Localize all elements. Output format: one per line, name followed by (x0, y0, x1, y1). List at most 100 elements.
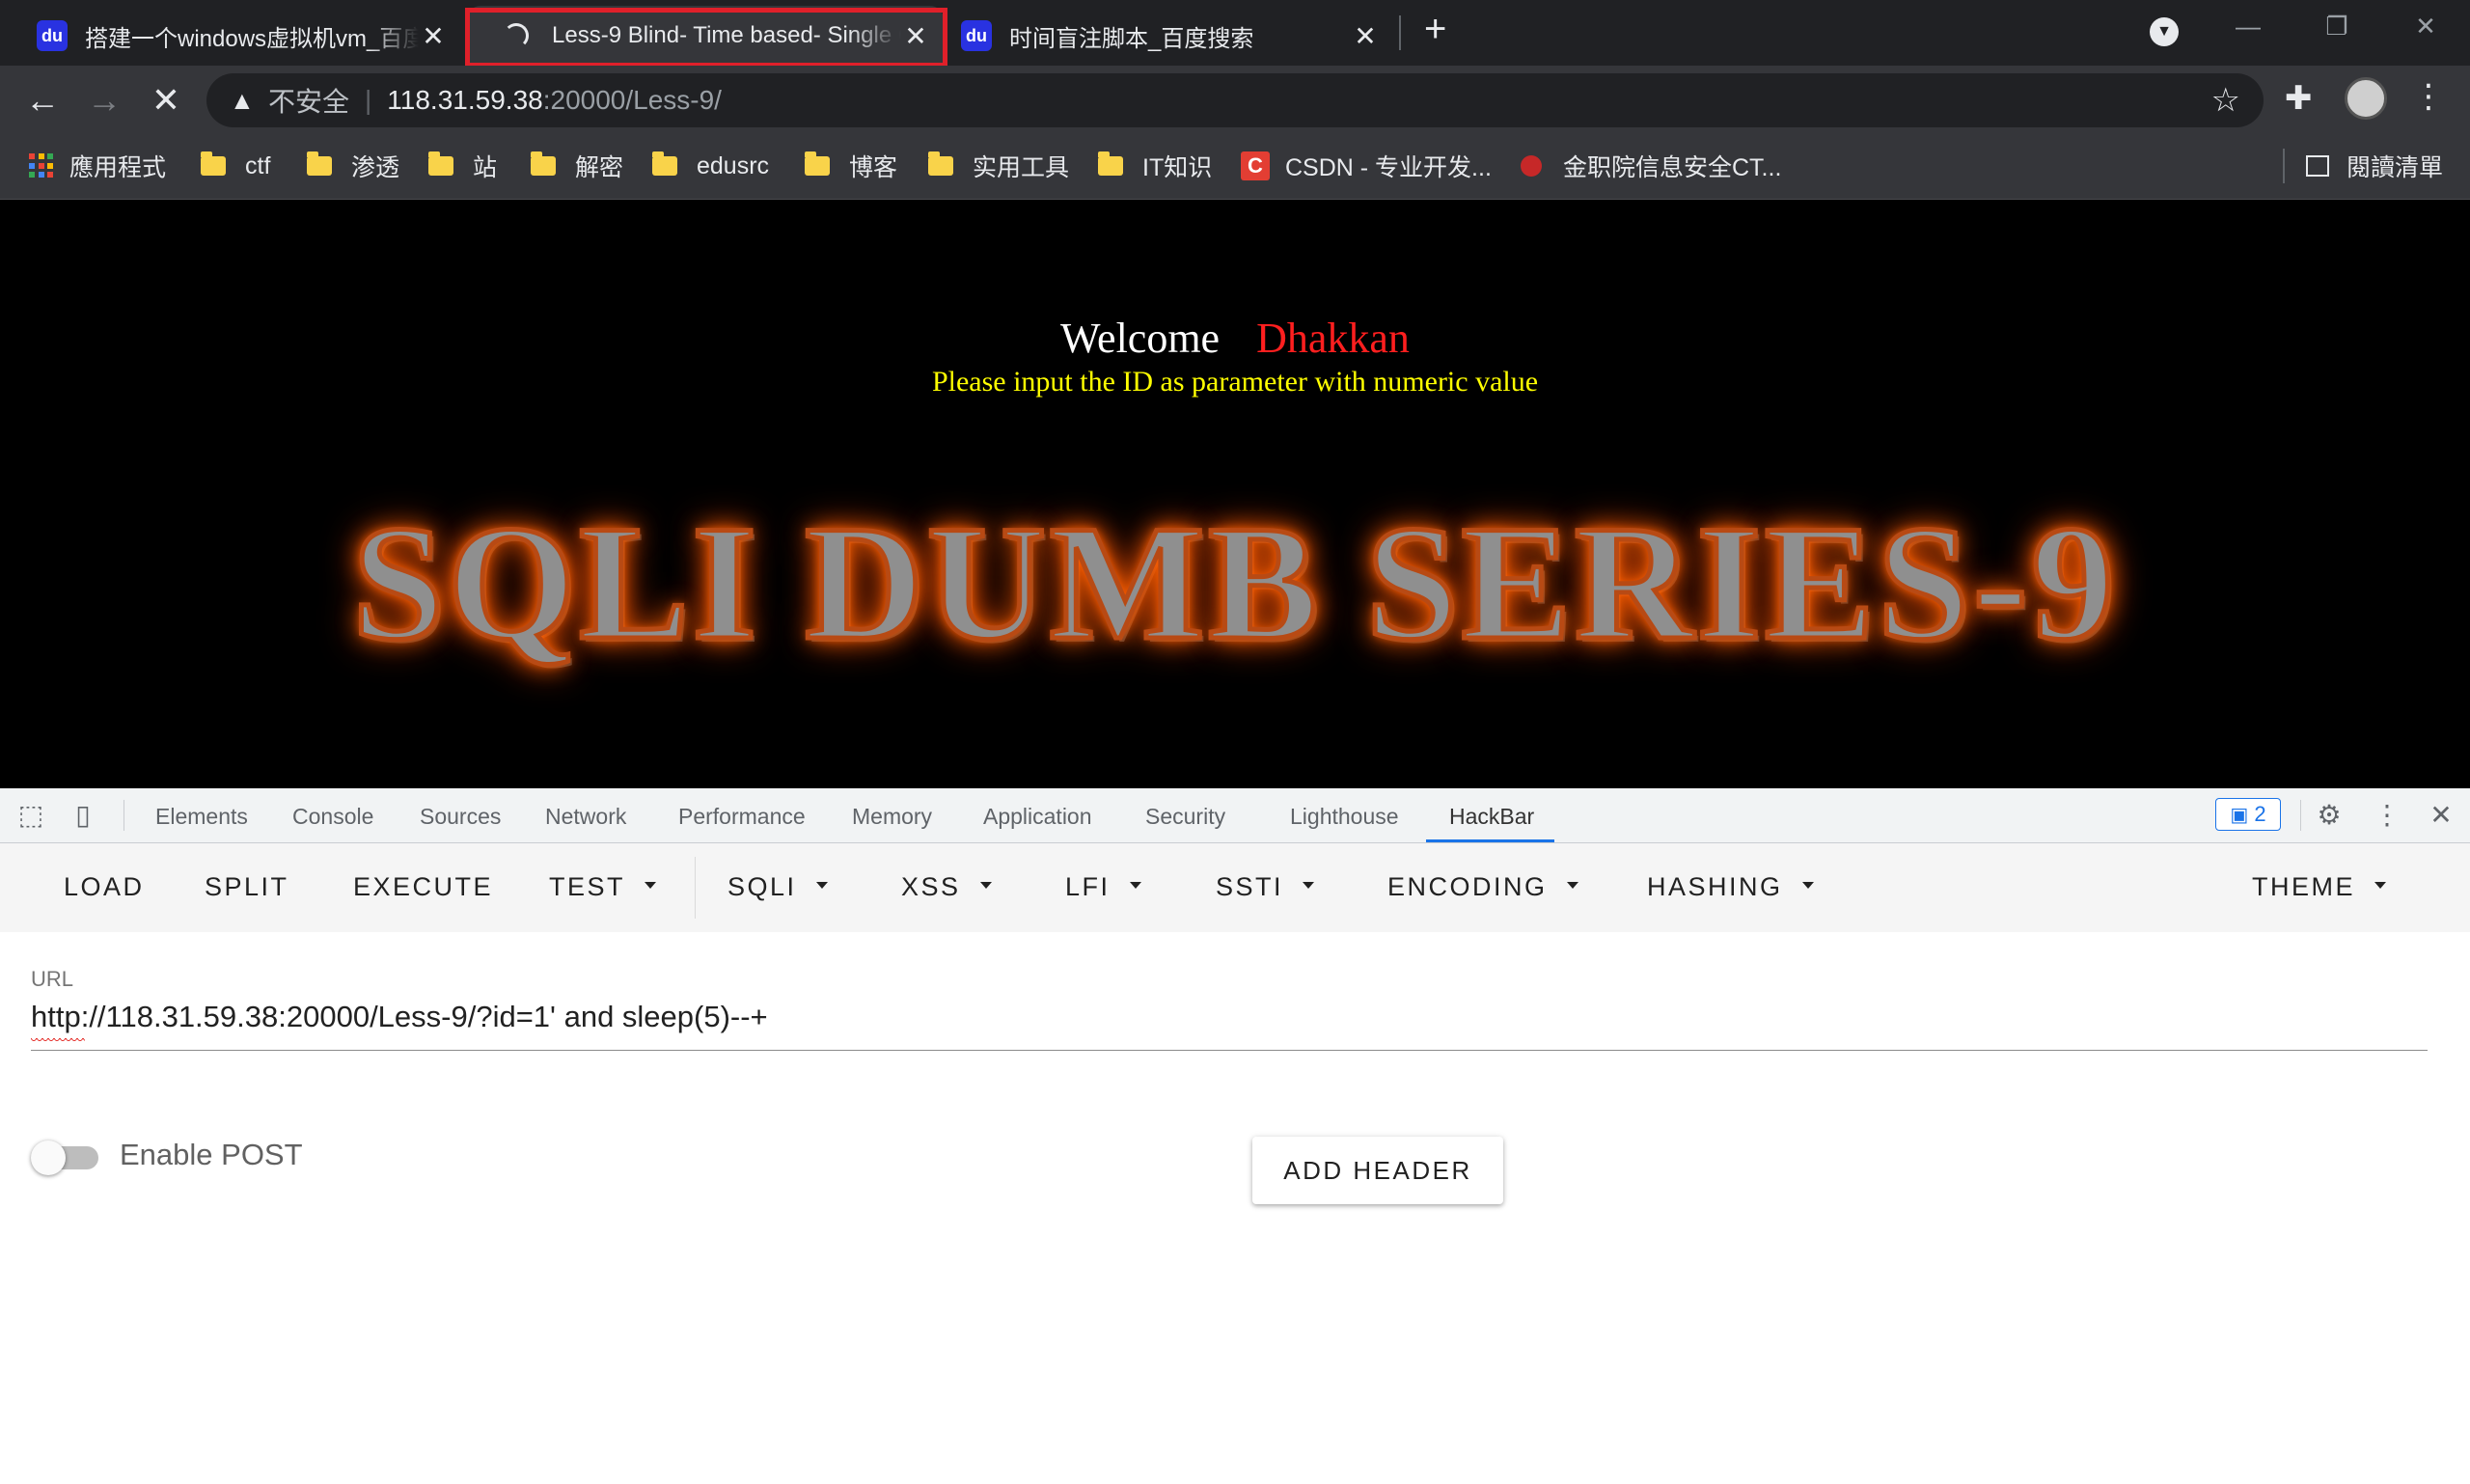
toggle-thumb (31, 1140, 66, 1175)
tab-performance[interactable]: Performance (678, 804, 806, 830)
folder-icon (805, 151, 830, 176)
browser-menu-icon[interactable]: ⋮ (2412, 77, 2445, 116)
hashing-menu-button[interactable]: HASHING (1647, 872, 1814, 902)
folder-icon (201, 151, 226, 176)
tab-search-icon[interactable]: ▼ (2150, 17, 2179, 46)
warning-icon: ▲ (230, 85, 255, 115)
divider (695, 857, 696, 919)
bookmark-ctf[interactable]: ctf (201, 149, 270, 183)
apps-grid-icon (29, 153, 54, 179)
close-tab-icon[interactable]: ✕ (419, 20, 448, 52)
url-field-label: URL (31, 967, 74, 991)
devtools-menu-icon[interactable]: ⋮ (2372, 800, 2402, 831)
new-tab-button[interactable]: + (1424, 8, 1446, 51)
bookmark-jiemi[interactable]: 解密 (531, 149, 623, 183)
instruction-text: Please input the ID as parameter with nu… (931, 366, 1539, 398)
bookmark-apps[interactable]: 應用程式 (29, 149, 166, 183)
enable-post-label[interactable]: Enable POST (120, 1138, 303, 1172)
tab-network[interactable]: Network (545, 804, 626, 830)
inspect-element-icon[interactable]: ⬚ (15, 800, 46, 831)
bookmark-tools[interactable]: 实用工具 (928, 149, 1069, 183)
baidu-icon: du (37, 20, 68, 51)
bookmark-star-icon[interactable]: ☆ (2211, 81, 2240, 120)
tab-memory[interactable]: Memory (852, 804, 932, 830)
close-devtools-icon[interactable]: ✕ (2426, 800, 2456, 831)
close-tab-icon[interactable]: ✕ (1351, 20, 1380, 52)
device-toolbar-icon[interactable]: ▯ (68, 800, 98, 831)
bookmark-edusrc[interactable]: edusrc (652, 149, 769, 183)
bookmark-label: 渗透 (351, 154, 400, 181)
issues-count: 2 (2254, 802, 2266, 826)
caret-down-icon (1801, 882, 1814, 890)
bookmark-label: 解密 (575, 154, 624, 181)
test-menu-button[interactable]: TEST (549, 872, 657, 902)
tab-baidu-script[interactable]: du 时间盲注脚本_百度搜索 ✕ (924, 6, 1393, 66)
bookmark-shentou[interactable]: 渗透 (307, 149, 399, 183)
bookmark-label: 金职院信息安全CT... (1563, 154, 1782, 181)
close-window-icon[interactable]: ✕ (2406, 12, 2445, 41)
bookmark-label: 應用程式 (69, 154, 167, 181)
folder-icon (428, 151, 453, 176)
tab-baidu-vm[interactable]: du 搭建一个windows虚拟机vm_百度搜索 ✕ (0, 6, 461, 66)
restore-icon[interactable]: ❐ (2318, 12, 2356, 41)
tab-sources[interactable]: Sources (420, 804, 501, 830)
welcome-name: Dhakkan (1256, 315, 1410, 362)
profile-avatar[interactable] (2345, 77, 2387, 120)
caret-down-icon (1129, 882, 1141, 890)
xss-menu-button[interactable]: XSS (901, 872, 992, 902)
reading-list-label: 閱讀清單 (2346, 154, 2444, 181)
settings-gear-icon[interactable]: ⚙ (2314, 800, 2345, 831)
enable-post-toggle[interactable] (31, 1140, 104, 1175)
url-input[interactable] (31, 995, 2424, 1039)
devtools-tabbar: ⬚ ▯ Elements Console Sources Network Per… (0, 788, 2470, 843)
minimize-icon[interactable]: — (2229, 12, 2267, 41)
url-input-underline (31, 1050, 2428, 1051)
reading-list-icon (2306, 155, 2329, 177)
theme-menu-button[interactable]: THEME (2252, 872, 2386, 902)
bookmark-jzy[interactable]: 金职院信息安全CT... (1521, 149, 1781, 183)
sqli-menu-button[interactable]: SQLI (727, 872, 828, 902)
test-label: TEST (549, 872, 626, 901)
tab-security[interactable]: Security (1145, 804, 1225, 830)
bookmark-it[interactable]: IT知识 (1098, 149, 1212, 183)
ssti-menu-button[interactable]: SSTI (1216, 872, 1315, 902)
load-button[interactable]: LOAD (64, 872, 145, 902)
bookmark-boke[interactable]: 博客 (805, 149, 897, 183)
address-bar[interactable]: ▲ 不安全 | 118.31.59.38:20000/Less-9/ ☆ (206, 73, 2264, 127)
bookmark-csdn[interactable]: C CSDN - 专业开发... (1241, 149, 1492, 183)
bookmark-label: CSDN - 专业开发... (1285, 154, 1492, 181)
bookmark-label: ctf (245, 151, 271, 179)
add-header-button[interactable]: ADD HEADER (1252, 1137, 1503, 1204)
bookmarks-bar: 應用程式 ctf 渗透 站 解密 edusrc 博客 实用工具 IT知识 C CS… (0, 135, 2470, 200)
bookmark-label: 实用工具 (973, 154, 1070, 181)
execute-button[interactable]: EXECUTE (353, 872, 493, 902)
browser-toolbar: ← → ✕ ▲ 不安全 | 118.31.59.38:20000/Less-9/… (0, 66, 2470, 135)
forward-icon[interactable]: → (85, 81, 124, 120)
caret-down-icon (1566, 882, 1578, 890)
tab-application[interactable]: Application (983, 804, 1092, 830)
hashing-label: HASHING (1647, 872, 1783, 901)
extensions-puzzle-icon[interactable]: ✚ (2285, 79, 2313, 118)
tab-title: 搭建一个windows虚拟机vm_百度搜索 (85, 25, 419, 52)
devtools-panel: ⬚ ▯ Elements Console Sources Network Per… (0, 788, 2470, 1484)
tab-hackbar[interactable]: HackBar (1449, 804, 1534, 830)
tab-separator (1399, 15, 1401, 50)
issues-badge[interactable]: ▣ 2 (2215, 798, 2281, 831)
tab-console[interactable]: Console (292, 804, 373, 830)
folder-icon (307, 151, 332, 176)
reading-list[interactable]: 閱讀清單 (2306, 149, 2443, 183)
bookmark-zhan[interactable]: 站 (428, 149, 497, 183)
lfi-menu-button[interactable]: LFI (1065, 872, 1141, 902)
split-button[interactable]: SPLIT (205, 872, 289, 902)
security-label[interactable]: 不安全 (268, 81, 349, 120)
bookmark-label: 博客 (849, 154, 898, 181)
tab-title: 时间盲注脚本_百度搜索 (1009, 25, 1254, 52)
tab-elements[interactable]: Elements (155, 804, 248, 830)
divider: | (365, 85, 372, 115)
tab-lighthouse[interactable]: Lighthouse (1290, 804, 1399, 830)
message-icon: ▣ (2230, 804, 2249, 826)
encoding-menu-button[interactable]: ENCODING (1387, 872, 1578, 902)
caret-down-icon (2374, 882, 2386, 890)
back-icon[interactable]: ← (23, 81, 62, 120)
stop-loading-icon[interactable]: ✕ (147, 81, 185, 120)
